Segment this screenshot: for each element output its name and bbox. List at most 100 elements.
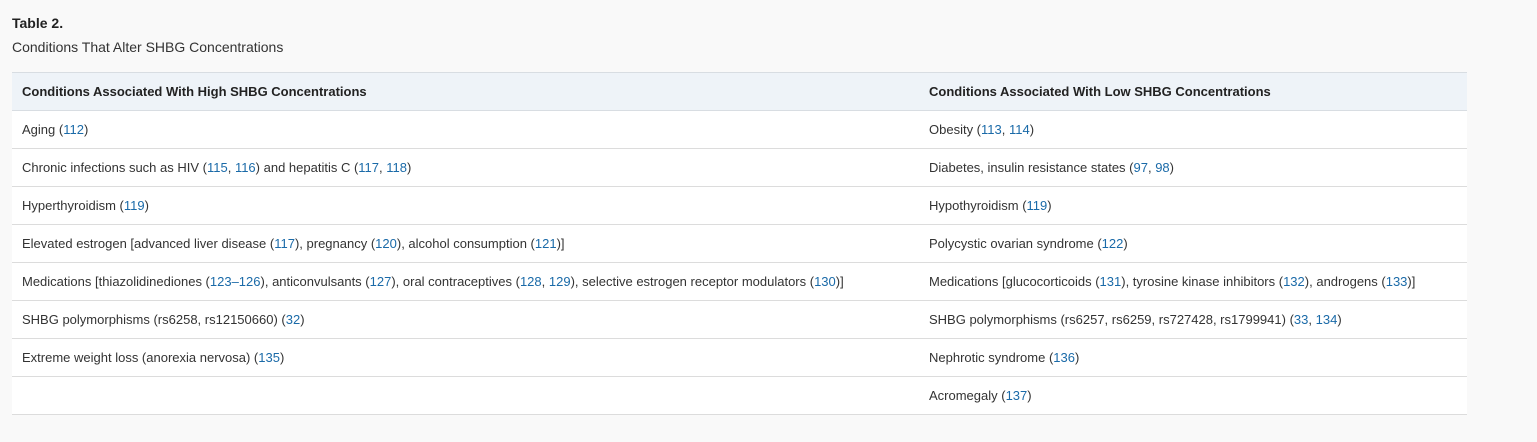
- reference-link[interactable]: 113: [981, 122, 1002, 137]
- cell-low-shbg: Polycystic ovarian syndrome (122): [919, 224, 1467, 263]
- cell-text: Elevated estrogen [advanced liver diseas…: [22, 236, 275, 251]
- cell-low-shbg: Diabetes, insulin resistance states (97,…: [919, 148, 1467, 187]
- cell-text: ,: [1001, 122, 1009, 137]
- cell-text: ), tyrosine kinase inhibitors (: [1121, 274, 1284, 289]
- cell-text: ): [1047, 198, 1052, 213]
- cell-text: Medications [glucocorticoids (: [929, 274, 1100, 289]
- table-body: Aging (112) Obesity (113, 114) Chronic inf…: [12, 110, 1467, 415]
- reference-link[interactable]: 116: [235, 160, 256, 175]
- table-label: Table 2.: [12, 15, 64, 31]
- cell-text: Polycystic ovarian syndrome (: [929, 236, 1102, 251]
- cell-low-shbg: Medications [glucocorticoids (131), tyro…: [919, 262, 1467, 301]
- reference-link[interactable]: 134: [1316, 312, 1338, 327]
- reference-link[interactable]: 136: [1053, 350, 1075, 365]
- cell-text: ): [406, 160, 412, 175]
- cell-text: )]: [556, 236, 565, 251]
- reference-link[interactable]: 129: [549, 274, 571, 289]
- cell-high-shbg: Hyperthyroidism (119): [12, 186, 919, 225]
- cell-high-shbg: Chronic infections such as HIV (115, 116…: [12, 148, 919, 187]
- reference-link[interactable]: 115: [207, 160, 228, 175]
- table-row: Acromegaly (137): [12, 376, 1467, 415]
- cell-text: ), selective estrogen receptor modulator…: [570, 274, 815, 289]
- cell-high-shbg: [12, 376, 919, 415]
- header-low-shbg: Conditions Associated With Low SHBG Conc…: [919, 72, 1467, 111]
- cell-text: )]: [835, 274, 844, 289]
- cell-text: ), androgens (: [1304, 274, 1386, 289]
- table-row: Chronic infections such as HIV (115, 116…: [12, 148, 1467, 187]
- cell-low-shbg: Acromegaly (137): [919, 376, 1467, 415]
- reference-link[interactable]: 122: [1102, 236, 1124, 251]
- reference-link[interactable]: 97: [1133, 160, 1147, 175]
- cell-text: ): [1337, 312, 1342, 327]
- reference-link[interactable]: 118: [386, 160, 407, 175]
- reference-link[interactable]: 33: [1294, 312, 1308, 327]
- reference-link[interactable]: 132: [1283, 274, 1305, 289]
- table-row: Elevated estrogen [advanced liver diseas…: [12, 224, 1467, 263]
- cell-text: Nephrotic syndrome (: [929, 350, 1054, 365]
- header-high-shbg: Conditions Associated With High SHBG Con…: [12, 72, 919, 111]
- reference-link[interactable]: 119: [124, 198, 145, 213]
- cell-text: SHBG polymorphisms (rs6258, rs12150660) …: [22, 312, 286, 327]
- cell-text: ), alcohol consumption (: [396, 236, 535, 251]
- reference-link[interactable]: 121: [535, 236, 557, 251]
- reference-link[interactable]: 128: [520, 274, 542, 289]
- cell-low-shbg: Nephrotic syndrome (136): [919, 338, 1467, 377]
- cell-text: Chronic infections such as HIV (: [22, 160, 207, 175]
- cell-text: ), anticonvulsants (: [260, 274, 370, 289]
- cell-text: SHBG polymorphisms (rs6257, rs6259, rs72…: [929, 312, 1294, 327]
- table-row: Extreme weight loss (anorexia nervosa) (…: [12, 338, 1467, 377]
- reference-link[interactable]: 133: [1386, 274, 1408, 289]
- reference-link[interactable]: 131: [1100, 274, 1122, 289]
- table-row: Hyperthyroidism (119) Hypothyroidism (119…: [12, 186, 1467, 225]
- cell-text: ): [1029, 122, 1035, 137]
- cell-text: Acromegaly (: [929, 388, 1006, 403]
- cell-low-shbg: Hypothyroidism (119): [919, 186, 1467, 225]
- table-row: SHBG polymorphisms (rs6258, rs12150660) …: [12, 300, 1467, 339]
- cell-high-shbg: Aging (112): [12, 110, 919, 149]
- cell-text: Hypothyroidism (: [929, 198, 1027, 213]
- cell-text: ): [144, 198, 149, 213]
- cell-text: Extreme weight loss (anorexia nervosa) (: [22, 350, 259, 365]
- reference-link[interactable]: 32: [286, 312, 300, 327]
- reference-link[interactable]: 117: [358, 160, 379, 175]
- reference-link[interactable]: 137: [1006, 388, 1028, 403]
- reference-link[interactable]: 98: [1155, 160, 1169, 175]
- cell-text: ): [1074, 350, 1080, 365]
- cell-text: ): [1123, 236, 1128, 251]
- cell-text: Diabetes, insulin resistance states (: [929, 160, 1134, 175]
- reference-link[interactable]: 120: [375, 236, 397, 251]
- cell-text: ,: [1308, 312, 1316, 327]
- cell-low-shbg: SHBG polymorphisms (rs6257, rs6259, rs72…: [919, 300, 1467, 339]
- cell-text: Aging (: [22, 122, 64, 137]
- cell-high-shbg: Extreme weight loss (anorexia nervosa) (…: [12, 338, 919, 377]
- reference-link[interactable]: 114: [1009, 122, 1030, 137]
- cell-text: ), pregnancy (: [294, 236, 376, 251]
- cell-text: ), oral contraceptives (: [391, 274, 520, 289]
- table-caption: Conditions That Alter SHBG Concentration…: [12, 39, 284, 55]
- cell-text: ): [1169, 160, 1174, 175]
- reference-link[interactable]: 135: [258, 350, 280, 365]
- table-row: Medications [thiazolidinediones (123–126…: [12, 262, 1467, 301]
- cell-text: ): [279, 350, 285, 365]
- reference-link[interactable]: 119: [1027, 198, 1048, 213]
- reference-link[interactable]: 130: [814, 274, 836, 289]
- reference-link[interactable]: 123–126: [210, 274, 261, 289]
- cell-text: Hyperthyroidism (: [22, 198, 124, 213]
- cell-text: Medications [thiazolidinediones (: [22, 274, 210, 289]
- cell-text: ): [1027, 388, 1032, 403]
- cell-high-shbg: Elevated estrogen [advanced liver diseas…: [12, 224, 919, 263]
- shbg-conditions-table: Conditions Associated With High SHBG Con…: [12, 72, 1467, 415]
- cell-low-shbg: Obesity (113, 114): [919, 110, 1467, 149]
- cell-text: ): [300, 312, 305, 327]
- table-header-row: Conditions Associated With High SHBG Con…: [12, 72, 1467, 111]
- cell-high-shbg: Medications [thiazolidinediones (123–126…: [12, 262, 919, 301]
- cell-text: ) and hepatitis C (: [255, 160, 359, 175]
- cell-text: )]: [1407, 274, 1416, 289]
- cell-high-shbg: SHBG polymorphisms (rs6258, rs12150660) …: [12, 300, 919, 339]
- cell-text: Obesity (: [929, 122, 982, 137]
- reference-link[interactable]: 127: [370, 274, 392, 289]
- reference-link[interactable]: 117: [274, 236, 295, 251]
- cell-text: ,: [541, 274, 549, 289]
- reference-link[interactable]: 112: [63, 122, 84, 137]
- cell-text: ): [83, 122, 89, 137]
